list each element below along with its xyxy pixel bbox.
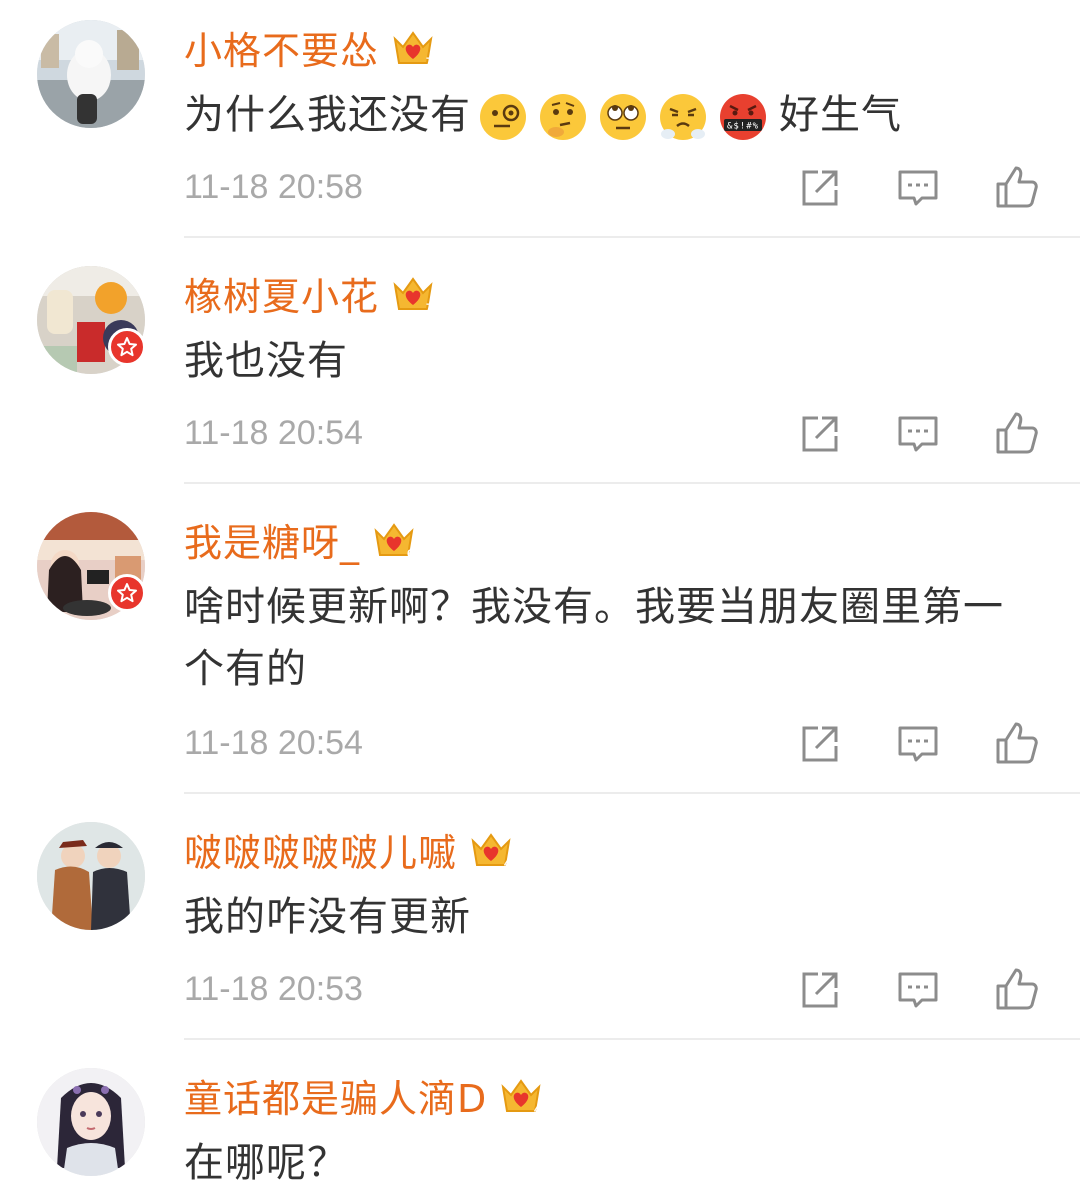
username-row: 童话都是骗人滴D 4	[184, 1068, 543, 1123]
vip-crown-icon: 7	[391, 25, 435, 69]
vip-crown-icon: 4	[499, 1073, 543, 1117]
comment-item: 小格不要怂 7 为什么我还没有 &$!#% 好生气 11-18 20:58	[0, 0, 1080, 238]
comment-item: 啵啵啵啵啵儿嘁 4 我的咋没有更新 11-18 20:53	[0, 802, 1080, 1040]
cursing-text: &$!#%	[727, 122, 759, 132]
share-icon[interactable]	[796, 164, 844, 212]
monocle-face-icon	[480, 94, 526, 140]
comment-actions	[0, 720, 1080, 768]
like-icon[interactable]	[992, 720, 1040, 768]
comment-list: 小格不要怂 7 为什么我还没有 &$!#% 好生气 11-18 20:58 橡树…	[0, 0, 1080, 1200]
divider	[184, 1038, 1080, 1040]
username-row: 橡树夏小花 7	[184, 266, 435, 321]
vip-crown-icon: 4	[469, 827, 513, 871]
comment-actions	[0, 410, 1080, 458]
reply-icon[interactable]	[894, 410, 942, 458]
comment-text: 在哪呢？	[184, 1140, 348, 1186]
thinking-face-icon	[540, 94, 586, 140]
vip-crown-icon: 6	[372, 517, 416, 561]
avatar[interactable]	[37, 822, 145, 930]
vip-crown-icon: 7	[391, 271, 435, 315]
username-row: 我是糖呀_ 6	[184, 512, 416, 567]
reply-icon[interactable]	[894, 164, 942, 212]
share-icon[interactable]	[796, 720, 844, 768]
cursing-face-icon: &$!#%	[720, 94, 766, 140]
level-badge: 4	[534, 1104, 541, 1116]
username[interactable]: 啵啵啵啵啵儿嘁	[184, 822, 457, 877]
comment-item: 童话都是骗人滴D 4 在哪呢？	[0, 1048, 1080, 1200]
verified-badge-icon	[108, 328, 146, 366]
avatar[interactable]	[37, 20, 145, 128]
level-badge: 7	[426, 56, 432, 68]
username[interactable]: 橡树夏小花	[184, 266, 379, 321]
share-icon[interactable]	[796, 966, 844, 1014]
like-icon[interactable]	[992, 966, 1040, 1014]
share-icon[interactable]	[796, 410, 844, 458]
level-badge: 6	[407, 548, 413, 560]
comment-body: 为什么我还没有	[184, 92, 471, 138]
eye-roll-face-icon	[600, 94, 646, 140]
comment-item: 我是糖呀_ 6 啥时候更新啊？我没有。我要当朋友圈里第一个有的 11-18 20…	[0, 492, 1080, 794]
avatar[interactable]	[37, 1068, 145, 1176]
comment-actions	[0, 966, 1080, 1014]
comment-body-suffix: 好生气	[779, 92, 902, 138]
like-icon[interactable]	[992, 164, 1040, 212]
divider	[184, 792, 1080, 794]
level-badge: 4	[504, 858, 511, 870]
username[interactable]: 我是糖呀_	[184, 512, 360, 567]
divider	[184, 482, 1080, 484]
comment-text: 我的咋没有更新	[184, 894, 471, 940]
emoji-row: &$!#%	[473, 92, 773, 142]
username-row: 小格不要怂 7	[184, 20, 435, 75]
comment-text: 我也没有	[184, 338, 348, 384]
like-icon[interactable]	[992, 410, 1040, 458]
username[interactable]: 童话都是骗人滴D	[184, 1068, 487, 1123]
divider	[184, 236, 1080, 238]
reply-icon[interactable]	[894, 966, 942, 1014]
username-row: 啵啵啵啵啵儿嘁 4	[184, 822, 513, 877]
comment-actions	[0, 164, 1080, 212]
level-badge: 7	[426, 302, 432, 314]
steaming-angry-face-icon	[660, 94, 706, 140]
verified-badge-icon	[108, 574, 146, 612]
reply-icon[interactable]	[894, 720, 942, 768]
comment-item: 橡树夏小花 7 我也没有 11-18 20:54	[0, 246, 1080, 484]
comment-text: 为什么我还没有 &$!#% 好生气	[184, 84, 1044, 146]
username[interactable]: 小格不要怂	[184, 20, 379, 75]
comment-text: 啥时候更新啊？我没有。我要当朋友圈里第一个有的	[184, 584, 1004, 692]
